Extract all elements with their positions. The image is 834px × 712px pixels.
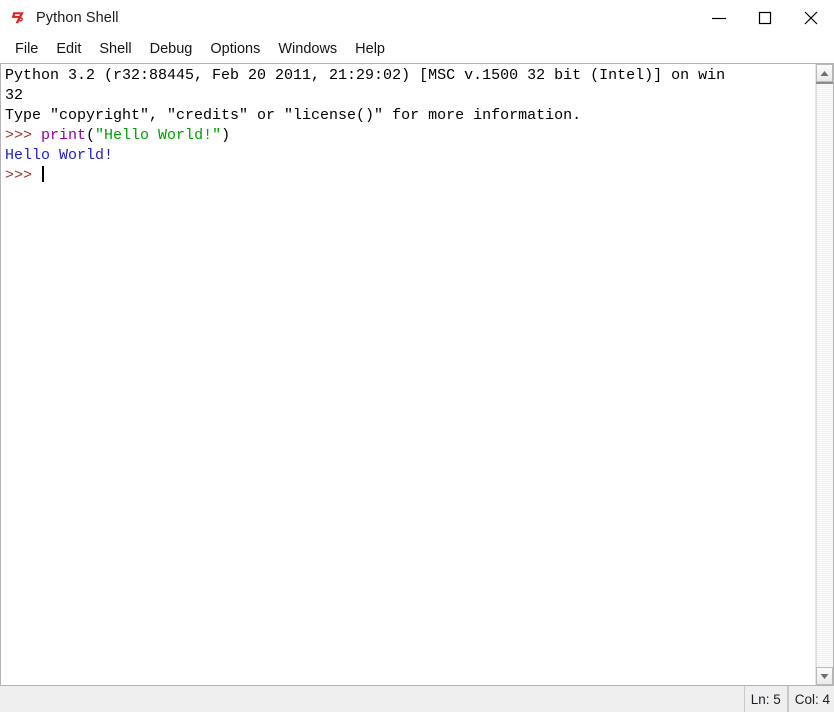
console-token-prompt: >>>	[5, 167, 42, 184]
scroll-down-button[interactable]	[816, 667, 833, 685]
text-cursor	[42, 166, 45, 182]
menu-item-file[interactable]: File	[6, 38, 47, 61]
close-button[interactable]	[788, 0, 834, 36]
console-output[interactable]: Python 3.2 (r32:88445, Feb 20 2011, 21:2…	[1, 64, 815, 685]
scroll-up-icon	[819, 69, 830, 78]
minimize-button[interactable]	[696, 0, 742, 36]
scroll-up-button[interactable]	[816, 64, 833, 82]
console-token-plain: Python 3.2 (r32:88445, Feb 20 2011, 21:2…	[5, 67, 726, 84]
scrollbar-track[interactable]	[816, 84, 833, 667]
maximize-icon	[755, 8, 775, 28]
console-token-prompt: >>>	[5, 127, 42, 144]
menu-item-windows[interactable]: Windows	[269, 38, 346, 61]
console-line: Hello World!	[5, 146, 815, 166]
status-column-indicator: Col: 4	[787, 686, 834, 712]
console-token-string: "Hello World!"	[95, 127, 222, 144]
menu-item-shell[interactable]: Shell	[90, 38, 140, 61]
menu-item-debug[interactable]: Debug	[141, 38, 202, 61]
console-line: >>>	[5, 166, 815, 186]
window-controls	[696, 0, 834, 36]
menu-bar: File Edit Shell Debug Options Windows He…	[0, 36, 834, 63]
close-icon	[801, 8, 821, 28]
console-token-plain: 32	[5, 87, 24, 104]
console-token-plain: Type "copyright", "credits" or "license(…	[5, 107, 582, 124]
menu-item-edit[interactable]: Edit	[47, 38, 90, 61]
maximize-button[interactable]	[742, 0, 788, 36]
console-token-plain: (	[86, 127, 96, 144]
shell-text-area[interactable]: Python 3.2 (r32:88445, Feb 20 2011, 21:2…	[0, 63, 834, 686]
console-line: >>> print("Hello World!")	[5, 126, 815, 146]
console-token-plain: )	[221, 127, 231, 144]
scroll-down-icon	[819, 672, 830, 681]
window-title: Python Shell	[36, 10, 119, 26]
status-line-indicator: Ln: 5	[743, 686, 788, 712]
status-bar: Ln: 5 Col: 4	[0, 686, 834, 712]
python-idle-icon	[8, 7, 30, 29]
console-line: Python 3.2 (r32:88445, Feb 20 2011, 21:2…	[5, 66, 815, 86]
console-token-builtin: print	[41, 127, 87, 144]
python-shell-window: Python Shell File Edit Shell Debug Optio…	[0, 0, 834, 712]
minimize-icon	[707, 12, 731, 24]
vertical-scrollbar[interactable]	[815, 64, 833, 685]
console-token-output: Hello World!	[5, 147, 114, 164]
menu-item-help[interactable]: Help	[346, 38, 394, 61]
title-bar: Python Shell	[0, 0, 834, 36]
menu-item-options[interactable]: Options	[201, 38, 269, 61]
console-line: Type "copyright", "credits" or "license(…	[5, 106, 815, 126]
console-line: 32	[5, 86, 815, 106]
